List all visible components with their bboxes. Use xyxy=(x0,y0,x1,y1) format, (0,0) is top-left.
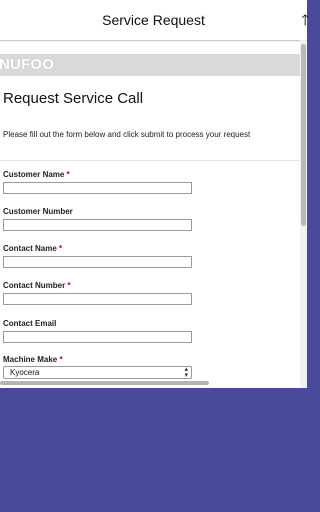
field-label-contact-email: Contact Email xyxy=(3,319,56,328)
customer-number-input[interactable] xyxy=(3,219,192,231)
divider xyxy=(0,160,302,161)
navbar: Service Request 🡑 xyxy=(0,0,309,41)
required-mark: * xyxy=(59,355,63,364)
label-text: Contact Name xyxy=(3,244,57,253)
required-mark: * xyxy=(59,244,63,253)
page-title: Service Request xyxy=(102,12,205,28)
label-text: Customer Number xyxy=(3,207,73,216)
vertical-scrollbar-thumb[interactable] xyxy=(301,44,306,226)
field-label-contact-number: Contact Number * xyxy=(3,281,71,290)
customer-name-input[interactable] xyxy=(3,182,192,194)
form-description: Please fill out the form below and click… xyxy=(3,130,251,139)
contact-number-input[interactable] xyxy=(3,293,192,305)
form-title: Request Service Call xyxy=(3,90,144,107)
brand-logo: NUFOO xyxy=(0,56,55,73)
contact-email-input[interactable] xyxy=(3,331,192,343)
brand-bar: NUFOO xyxy=(0,54,302,76)
form-frame: NUFOO Request Service Call Please fill o… xyxy=(0,40,307,388)
back-arrow-icon[interactable]: 🡑 xyxy=(301,10,309,35)
label-text: Customer Name xyxy=(3,170,65,179)
field-label-customer-name: Customer Name * xyxy=(3,170,70,179)
required-mark: * xyxy=(67,281,71,290)
label-text: Contact Email xyxy=(3,319,57,328)
horizontal-scrollbar[interactable] xyxy=(0,381,209,385)
field-label-machine-make: Machine Make * xyxy=(3,355,63,364)
label-text: Machine Make xyxy=(3,355,58,364)
required-mark: * xyxy=(66,170,70,179)
label-text: Contact Number xyxy=(3,281,66,290)
frame-shadow xyxy=(0,40,307,42)
field-label-contact-name: Contact Name * xyxy=(3,244,62,253)
contact-name-input[interactable] xyxy=(3,256,192,268)
machine-make-value: Kyocera xyxy=(10,368,40,377)
select-arrows-icon: ▴ ▾ xyxy=(184,366,188,379)
field-label-customer-number: Customer Number xyxy=(3,207,73,216)
machine-make-select[interactable]: Kyocera ▴ ▾ xyxy=(3,366,192,379)
